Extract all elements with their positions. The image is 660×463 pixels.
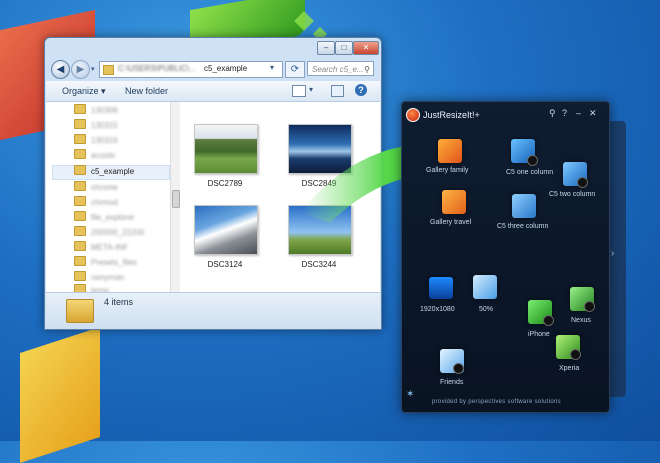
nav-folder-item[interactable]: chrmod bbox=[74, 196, 118, 209]
preset-label: C5 one column bbox=[506, 169, 554, 176]
nav-folder-item[interactable]: chrome bbox=[74, 181, 118, 194]
preset-label: iPhone bbox=[528, 331, 550, 338]
preset-badge-icon bbox=[577, 177, 588, 188]
nav-folder-item[interactable]: 200000_22200 bbox=[74, 226, 144, 239]
windows-logo-yellow bbox=[20, 327, 100, 463]
nav-folder-item[interactable]: 130316 bbox=[74, 134, 118, 147]
folder-large-icon bbox=[66, 299, 94, 323]
back-button[interactable]: ◀ bbox=[51, 60, 70, 79]
search-icon[interactable]: ⚲ bbox=[364, 62, 370, 77]
preset-label: 50% bbox=[479, 306, 494, 313]
app-logo-icon bbox=[406, 108, 420, 122]
preset-tile-gallery-family[interactable] bbox=[438, 139, 462, 163]
file-item[interactable]: DSC3124 bbox=[194, 205, 260, 269]
footer-credit: provided by perspectives software soluti… bbox=[432, 399, 561, 405]
expand-chevron-icon[interactable]: › bbox=[611, 248, 614, 259]
maximize-button[interactable]: □ bbox=[335, 41, 353, 55]
change-view-icon[interactable] bbox=[292, 85, 306, 97]
nav-folder-c5-example[interactable]: c5_example bbox=[74, 165, 134, 178]
address-bar[interactable]: C:\USERS\PUBLIC\... c5_example ▾ bbox=[99, 61, 283, 78]
navigation-pane: 130306 130315 130316 acustic c5_example … bbox=[46, 102, 171, 295]
photo-thumbnail-mountain bbox=[194, 205, 258, 255]
preview-pane-icon[interactable] bbox=[331, 85, 344, 97]
preset-label: Xperia bbox=[559, 365, 580, 372]
search-icon[interactable]: ⚲ bbox=[549, 108, 556, 119]
view-dropdown-icon[interactable]: ▾ bbox=[309, 85, 313, 94]
file-name: DSC2789 bbox=[207, 179, 243, 188]
preset-label: 1920x1080 bbox=[420, 306, 455, 313]
item-count: 4 items bbox=[104, 297, 134, 307]
footer-logo-icon: ✶ bbox=[406, 389, 415, 400]
folder-icon bbox=[103, 65, 114, 75]
history-chevron-icon[interactable]: ▾ bbox=[91, 65, 95, 73]
file-name: DSC3244 bbox=[301, 260, 337, 269]
preset-badge-icon bbox=[570, 349, 581, 360]
preset-label: Nexus bbox=[571, 317, 591, 324]
preset-label: Gallery travel bbox=[430, 219, 472, 226]
nav-folder-item[interactable]: 130315 bbox=[74, 119, 118, 132]
preset-badge-icon bbox=[543, 315, 554, 326]
command-bar: Organize ▾ New folder ▾ ? bbox=[46, 81, 380, 102]
explorer-titlebar[interactable]: – □ ✕ bbox=[45, 38, 381, 58]
search-input[interactable]: Search c5_e... ⚲ bbox=[307, 61, 374, 76]
minimize-button[interactable]: – bbox=[317, 41, 335, 55]
nav-folder-item[interactable]: META-INF bbox=[74, 241, 128, 254]
address-current-folder: c5_example bbox=[204, 64, 248, 73]
preset-tile-gallery-travel[interactable] bbox=[442, 190, 466, 214]
preset-badge-icon bbox=[527, 155, 538, 166]
nav-scrollbar[interactable] bbox=[170, 102, 180, 292]
nav-folder-item[interactable]: 130306 bbox=[74, 104, 118, 117]
nav-folder-item[interactable]: acustic bbox=[74, 149, 116, 162]
address-row: ◀ ▶ ▾ C:\USERS\PUBLIC\... c5_example ▾ ⟳… bbox=[51, 59, 375, 79]
minimize-icon[interactable]: – bbox=[576, 108, 581, 118]
justresizeit-window: JustResizeIt!+ ⚲ ? – ✕ Gallery family C5… bbox=[401, 101, 610, 413]
close-button[interactable]: ✕ bbox=[353, 41, 379, 55]
help-icon[interactable]: ? bbox=[562, 108, 567, 118]
nav-folder-item[interactable]: ramyman bbox=[74, 271, 124, 284]
refresh-button[interactable]: ⟳ bbox=[285, 61, 305, 78]
preset-badge-icon bbox=[584, 301, 595, 312]
forward-button[interactable]: ▶ bbox=[71, 60, 90, 79]
preset-label: Friends bbox=[440, 379, 464, 386]
search-placeholder: Search c5_e... bbox=[312, 65, 364, 74]
preset-badge-icon bbox=[453, 363, 464, 374]
preset-tile-1920x1080[interactable] bbox=[429, 277, 453, 299]
help-icon[interactable]: ? bbox=[355, 84, 367, 96]
file-item[interactable]: DSC2789 bbox=[194, 124, 260, 188]
preset-label: Gallery family bbox=[426, 167, 469, 174]
address-dropdown-icon[interactable]: ▾ bbox=[270, 63, 274, 72]
preset-label: C5 two column bbox=[549, 191, 596, 198]
organize-button[interactable]: Organize ▾ bbox=[62, 86, 106, 97]
nav-folder-item[interactable]: Presets_files bbox=[74, 256, 137, 269]
photo-thumbnail-park bbox=[194, 124, 258, 174]
preset-tile-50-percent[interactable] bbox=[473, 275, 497, 299]
status-bar: 4 items bbox=[46, 292, 380, 329]
nav-scrollbar-thumb[interactable] bbox=[172, 190, 180, 208]
address-blurred-path: C:\USERS\PUBLIC\... bbox=[118, 64, 196, 73]
preset-label: C5 three column bbox=[497, 223, 549, 230]
new-folder-button[interactable]: New folder bbox=[125, 86, 168, 96]
close-icon[interactable]: ✕ bbox=[589, 108, 597, 119]
preset-tile-c5-three-column[interactable] bbox=[512, 194, 536, 218]
app-title: JustResizeIt!+ bbox=[423, 110, 480, 120]
nav-folder-item[interactable]: file_explorer bbox=[74, 211, 135, 224]
file-name: DSC3124 bbox=[207, 260, 243, 269]
